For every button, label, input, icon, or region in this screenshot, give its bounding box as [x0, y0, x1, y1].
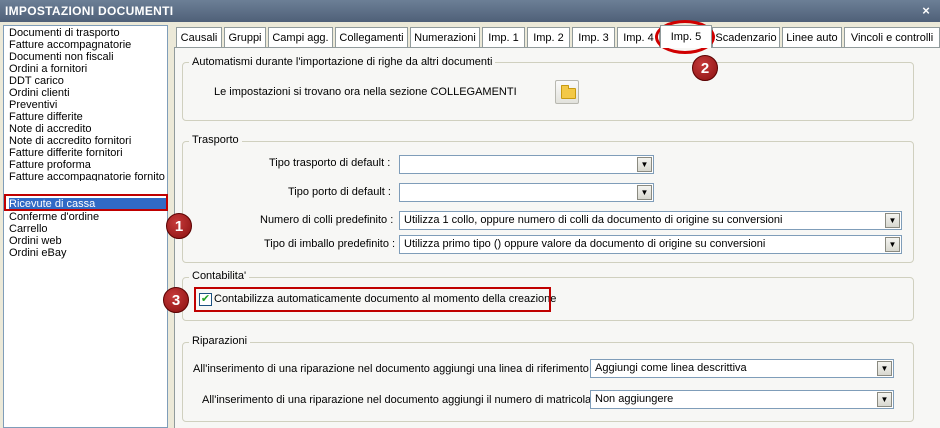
- list-item[interactable]: Note di accredito fornitori: [9, 135, 165, 147]
- tab-imp-2[interactable]: Imp. 2: [527, 27, 570, 47]
- riparazione-linea-label: All'inserimento di una riparazione nel d…: [193, 363, 596, 375]
- list-item[interactable]: Ordini a fornitori: [9, 63, 165, 75]
- chevron-down-icon[interactable]: ▼: [637, 157, 652, 172]
- tab-causali[interactable]: Causali: [176, 27, 222, 47]
- chevron-down-icon[interactable]: ▼: [877, 392, 892, 407]
- list-item[interactable]: DDT carico: [9, 75, 165, 87]
- tab-imp-1[interactable]: Imp. 1: [482, 27, 525, 47]
- tab-scadenzario[interactable]: Scadenzario: [712, 27, 780, 47]
- list-item[interactable]: Fatture differite: [9, 111, 165, 123]
- riparazione-linea-select[interactable]: Aggiungi come linea descrittiva ▼: [590, 359, 894, 378]
- tab-vincoli-controlli[interactable]: Vincoli e controlli: [844, 27, 940, 47]
- automatismi-title: Automatismi durante l'importazione di ri…: [189, 56, 496, 68]
- list-item[interactable]: Preventivi: [9, 99, 165, 111]
- imballo-select[interactable]: Utilizza primo tipo () oppure valore da …: [399, 235, 902, 254]
- imballo-value: Utilizza primo tipo () oppure valore da …: [404, 238, 766, 250]
- automatismi-info: Le impostazioni si trovano ora nella sez…: [214, 86, 517, 98]
- tab-imp-3[interactable]: Imp. 3: [572, 27, 615, 47]
- tab-linee-auto[interactable]: Linee auto: [782, 27, 842, 47]
- imballo-label: Tipo di imballo predefinito :: [264, 238, 396, 250]
- list-item[interactable]: Ordini eBay: [9, 247, 165, 259]
- tipo-trasporto-label: Tipo trasporto di default :: [269, 157, 391, 169]
- riparazione-matricola-label: All'inserimento di una riparazione nel d…: [202, 394, 598, 406]
- folder-icon: [561, 85, 576, 99]
- list-item[interactable]: Ordini clienti: [9, 87, 165, 99]
- list-item[interactable]: Note di accredito: [9, 123, 165, 135]
- riparazioni-group: [182, 342, 914, 422]
- tab-imp-5[interactable]: Imp. 5: [660, 25, 712, 48]
- list-item[interactable]: Fatture differite fornitori: [9, 147, 165, 159]
- highlight-ricevute-di-cassa: [4, 194, 168, 211]
- trasporto-title: Trasporto: [189, 134, 242, 146]
- tab-campi-agg[interactable]: Campi agg.: [268, 27, 333, 47]
- list-item[interactable]: Conferme d'ordine: [9, 211, 165, 223]
- tipo-porto-label: Tipo porto di default :: [288, 186, 391, 198]
- tipo-trasporto-select[interactable]: ▼: [399, 155, 654, 174]
- riparazioni-title: Riparazioni: [189, 335, 251, 347]
- tab-collegamenti[interactable]: Collegamenti: [335, 27, 408, 47]
- list-item[interactable]: Carrello: [9, 223, 165, 235]
- tipo-porto-select[interactable]: ▼: [399, 183, 654, 202]
- tab-imp-4[interactable]: Imp. 4: [617, 27, 660, 47]
- annotation-badge-3: 3: [163, 287, 189, 313]
- riparazione-matricola-select[interactable]: Non aggiungere ▼: [590, 390, 894, 409]
- tab-numerazioni[interactable]: Numerazioni: [410, 27, 480, 47]
- list-item[interactable]: Documenti di trasporto: [9, 27, 165, 39]
- document-type-list[interactable]: Documenti di trasporto Fatture accompagn…: [3, 25, 168, 428]
- close-button[interactable]: ×: [918, 3, 934, 19]
- list-item[interactable]: Ordini web: [9, 235, 165, 247]
- open-collegamenti-button[interactable]: [555, 80, 579, 104]
- colli-select[interactable]: Utilizza 1 collo, oppure numero di colli…: [399, 211, 902, 230]
- annotation-badge-2: 2: [692, 55, 718, 81]
- list-item[interactable]: Documenti non fiscali: [9, 51, 165, 63]
- chevron-down-icon[interactable]: ▼: [637, 185, 652, 200]
- annotation-badge-1: 1: [166, 213, 192, 239]
- riparazione-linea-value: Aggiungi come linea descrittiva: [595, 362, 747, 374]
- tab-gruppi[interactable]: Gruppi: [224, 27, 266, 47]
- list-item[interactable]: Fatture accompagnatorie fornito: [9, 171, 165, 181]
- list-item[interactable]: Fatture accompagnatorie: [9, 39, 165, 51]
- chevron-down-icon[interactable]: ▼: [885, 213, 900, 228]
- list-item[interactable]: Fatture proforma: [9, 159, 165, 171]
- colli-value: Utilizza 1 collo, oppure numero di colli…: [404, 214, 783, 226]
- contabilita-title: Contabilita': [189, 270, 250, 282]
- chevron-down-icon[interactable]: ▼: [885, 237, 900, 252]
- highlight-contabilizza: [194, 287, 551, 312]
- window-title: IMPOSTAZIONI DOCUMENTI: [5, 4, 174, 18]
- colli-label: Numero di colli predefinito :: [260, 214, 394, 226]
- chevron-down-icon[interactable]: ▼: [877, 361, 892, 376]
- riparazione-matricola-value: Non aggiungere: [595, 393, 674, 405]
